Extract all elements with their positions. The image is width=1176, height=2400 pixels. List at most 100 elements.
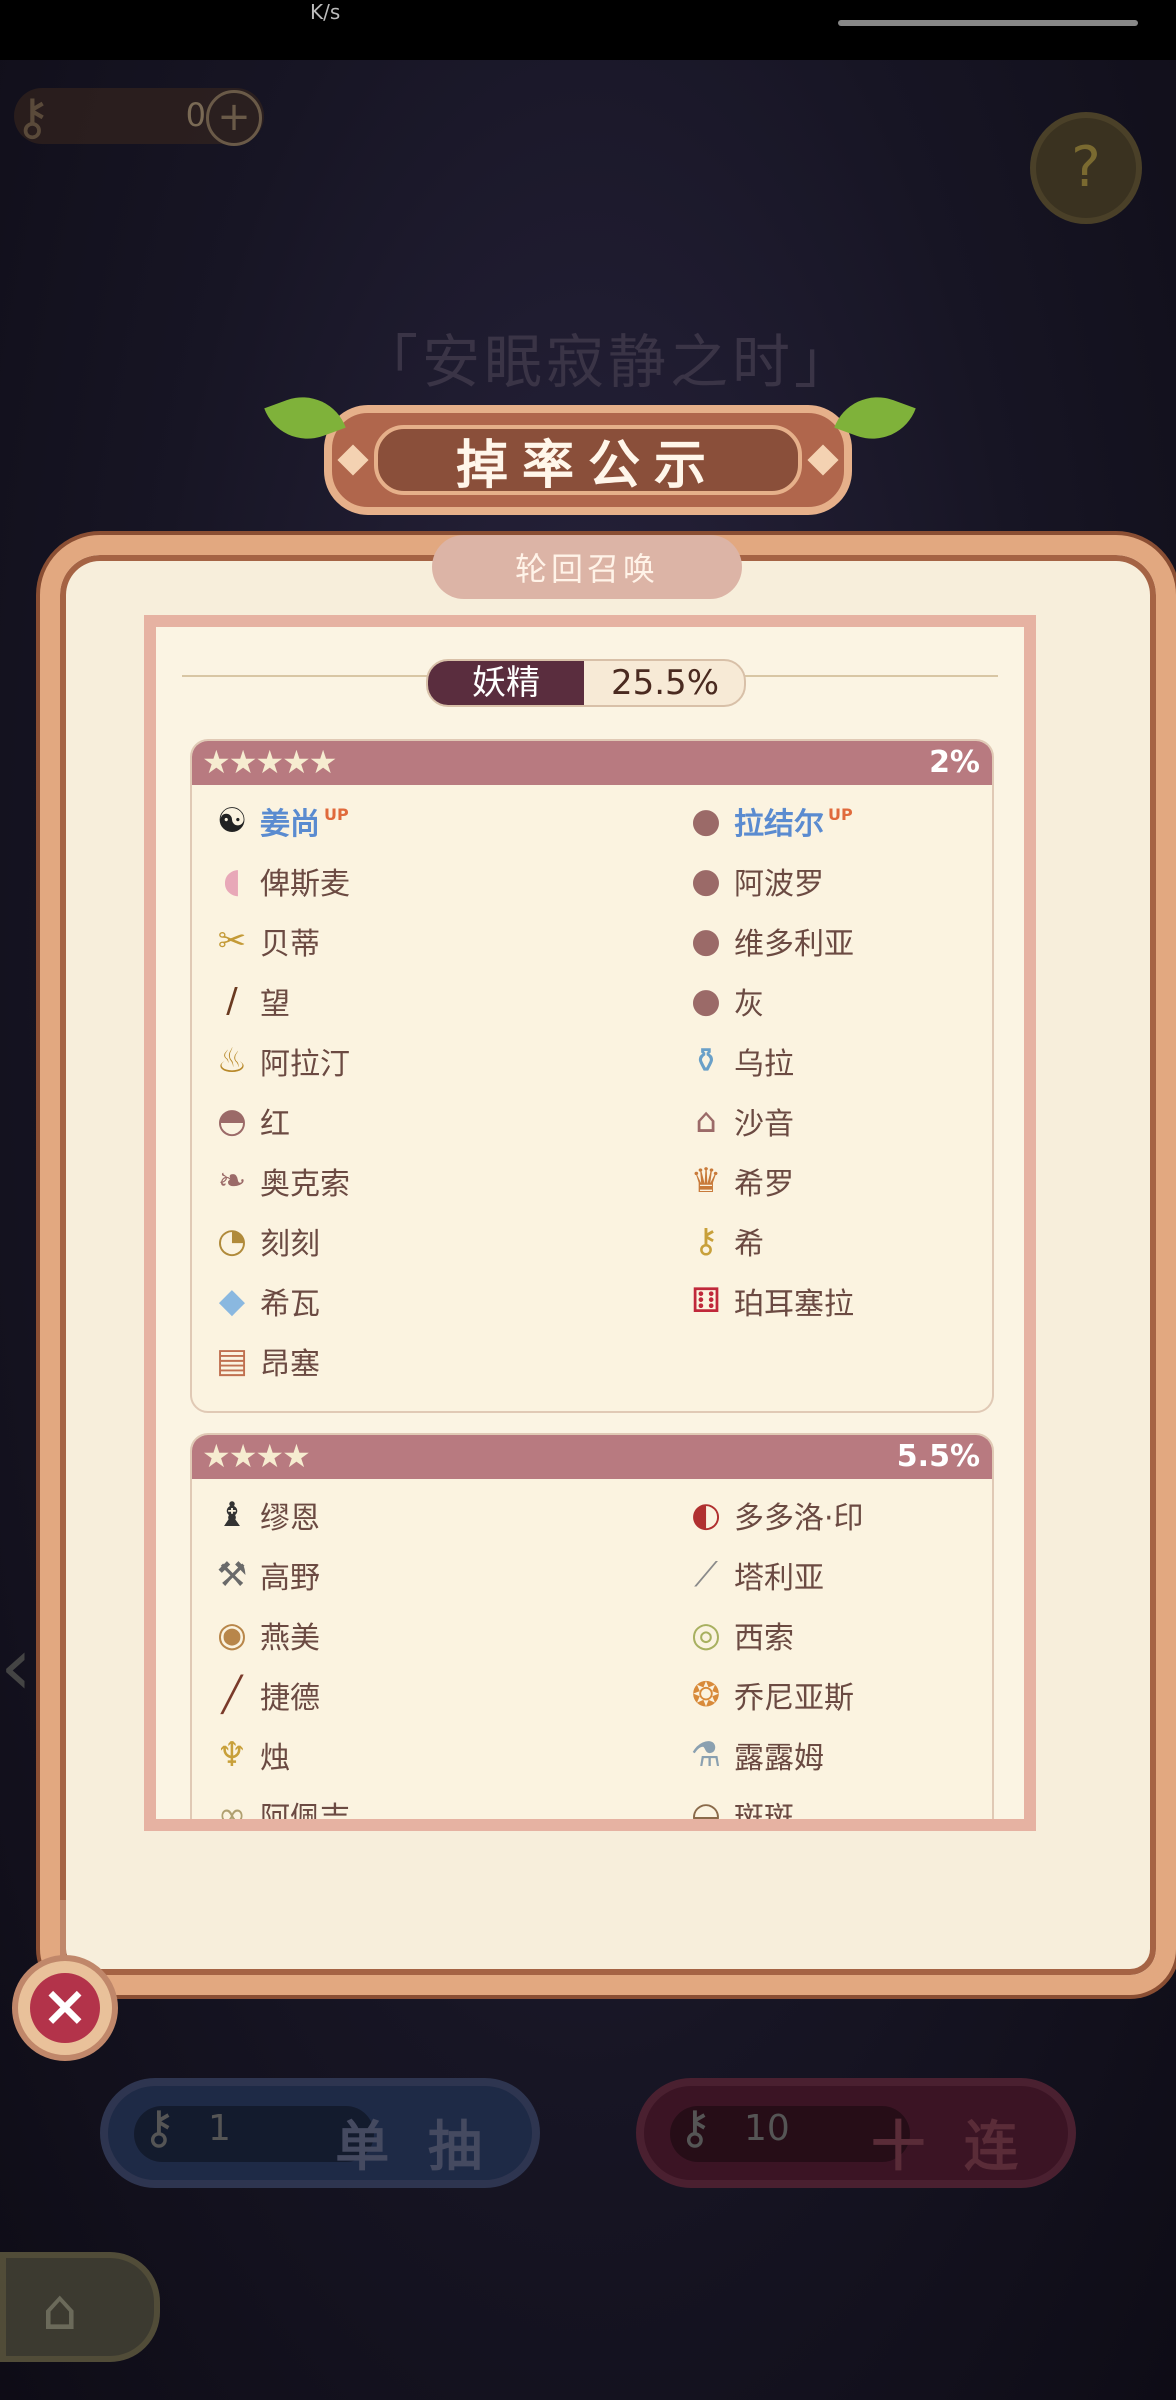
- dialog-title: 掉率公示: [455, 435, 720, 496]
- key-icon: ⚷: [678, 2100, 712, 2154]
- section-rate: 5.5%: [896, 1439, 980, 1474]
- dialog-title-banner: 掉率公示: [324, 405, 852, 515]
- home-icon: ⌂: [42, 2278, 78, 2343]
- single-draw-label: 单 抽: [335, 2115, 492, 2178]
- list-item[interactable]: ● 灰: [682, 973, 764, 1029]
- list-item[interactable]: ● 阿波罗: [682, 853, 824, 909]
- up-badge: UP: [324, 804, 349, 824]
- item-name: 奥克索: [260, 1167, 350, 1202]
- category-label: 妖精: [428, 661, 584, 705]
- pocket-watch-icon: ◔: [217, 1221, 247, 1261]
- balls-icon: ❂: [691, 1675, 721, 1715]
- list-item[interactable]: ◔ 刻刻: [208, 1213, 320, 1269]
- list-item[interactable]: ╱ 捷德: [208, 1667, 320, 1723]
- list-item[interactable]: ⚷ 希: [682, 1213, 764, 1269]
- ten-draw-button[interactable]: ⚷ 10 十 连: [636, 2078, 1076, 2188]
- knife-icon: ⟋: [694, 1555, 718, 1595]
- list-item[interactable]: ♨ 阿拉汀: [208, 1033, 350, 1089]
- needle-icon: ╱: [221, 1675, 243, 1715]
- test-tube-icon: ⚗: [690, 1735, 722, 1775]
- home-button[interactable]: ⌂: [0, 2252, 160, 2362]
- list-item[interactable]: ⟋ 塔利亚: [682, 1547, 824, 1603]
- list-item[interactable]: ● 拉结尔 UP: [682, 793, 853, 849]
- item-name: 捷德: [260, 1681, 320, 1716]
- star-rating-icon: ★★★★★: [202, 743, 337, 781]
- list-item[interactable]: ⚱ 乌拉: [682, 1033, 794, 1089]
- list-item[interactable]: ♛ 希罗: [682, 1153, 794, 1209]
- item-name: 阿拉汀: [260, 1047, 350, 1082]
- list-item[interactable]: ◖ 俾斯麦: [208, 853, 350, 909]
- up-badge: UP: [828, 804, 853, 824]
- item-name: 燕美: [260, 1621, 320, 1656]
- item-name: 多多洛·印: [734, 1501, 864, 1536]
- list-item[interactable]: ◐ 多多洛·印: [682, 1487, 864, 1543]
- add-keys-button[interactable]: +: [206, 90, 262, 146]
- item-name: 红: [260, 1107, 290, 1142]
- section-header: ★★★★★ 2%: [192, 741, 992, 785]
- steamer-icon: ◉: [217, 1615, 247, 1655]
- close-button[interactable]: ×: [12, 1955, 118, 2061]
- basket-icon: ◓: [217, 1101, 247, 1141]
- list-item[interactable]: ∞ 阿佩吉: [208, 1787, 350, 1831]
- list-item[interactable]: ◓ 红: [208, 1093, 290, 1149]
- list-item[interactable]: ☯ 姜尚 UP: [208, 793, 349, 849]
- diamond-ornament-icon: [807, 444, 839, 476]
- lamp-icon: ♨: [216, 1041, 248, 1081]
- subtitle-banner: 轮回召唤: [432, 535, 742, 599]
- item-name: 俾斯麦: [260, 867, 350, 902]
- item-name: 珀耳塞拉: [734, 1287, 854, 1322]
- key-icon: ⚷: [14, 88, 51, 146]
- list-item[interactable]: ◎ 西索: [682, 1607, 794, 1663]
- item-name: 烛: [260, 1741, 290, 1776]
- chess-icon: ♝: [216, 1495, 248, 1535]
- item-name: 希瓦: [260, 1287, 320, 1322]
- event-title: 「安眠寂静之时」: [360, 328, 857, 396]
- feather-icon: ❧: [217, 1161, 247, 1201]
- rate-list-sheet[interactable]: 妖精 25.5% ★★★★★ 2% ☯ 姜尚 UP ◖ 俾斯麦 ✂ 贝蒂 / 望 ♨ 阿拉汀 ◓ 红 ❧ 奥…: [144, 615, 1036, 1831]
- close-button-rope: [60, 1900, 66, 1960]
- item-name: 西索: [734, 1621, 794, 1656]
- item-name: 姜尚: [260, 807, 320, 842]
- item-name: 希罗: [734, 1167, 794, 1202]
- dice-icon: ⚅: [691, 1281, 721, 1321]
- diamond-ornament-icon: [337, 444, 369, 476]
- key-counter: ⚷ 0 +: [14, 88, 264, 146]
- list-item[interactable]: ⚗ 露露姆: [682, 1727, 824, 1783]
- list-item[interactable]: / 望: [208, 973, 290, 1029]
- list-item[interactable]: ✂ 贝蒂: [208, 913, 320, 969]
- list-item[interactable]: ⌂ 沙音: [682, 1093, 794, 1149]
- close-icon[interactable]: ×: [30, 1973, 100, 2043]
- list-item[interactable]: ♆ 烛: [208, 1727, 290, 1783]
- candle-icon: ♆: [216, 1735, 248, 1775]
- item-name: 昂塞: [260, 1347, 320, 1382]
- list-item[interactable]: ◉ 燕美: [208, 1607, 320, 1663]
- item-name: 塔利亚: [734, 1561, 824, 1596]
- list-item[interactable]: ❂ 乔尼亚斯: [682, 1667, 854, 1723]
- list-item[interactable]: ⚅ 珀耳塞拉: [682, 1273, 854, 1329]
- pill-icon: ◖: [223, 861, 241, 901]
- help-button[interactable]: ?: [1030, 112, 1142, 224]
- item-name: 贝蒂: [260, 927, 320, 962]
- section-rate: 2%: [929, 745, 980, 780]
- section-header: ★★★★ 5.5%: [192, 1435, 992, 1479]
- glasses-icon: ∞: [217, 1795, 247, 1831]
- left-arrow-icon[interactable]: ‹: [0, 1620, 32, 1713]
- item-name: 高野: [260, 1561, 320, 1596]
- list-item[interactable]: ❧ 奥克索: [208, 1153, 350, 1209]
- ten-draw-cost: 10: [744, 2108, 790, 2149]
- category-row: 妖精 25.5%: [156, 627, 1024, 719]
- list-item[interactable]: ◒ 斑斑: [682, 1787, 794, 1831]
- single-draw-button[interactable]: ⚷ 1 单 抽: [100, 2078, 540, 2188]
- list-item[interactable]: ● 维多利亚: [682, 913, 854, 969]
- dialog-subtitle: 轮回召唤: [514, 550, 659, 588]
- item-name: 斑斑: [734, 1801, 794, 1831]
- silhouette-icon: ●: [691, 921, 721, 961]
- category-rate: 25.5%: [610, 663, 719, 703]
- list-item[interactable]: ⚒ 高野: [208, 1547, 320, 1603]
- list-item[interactable]: ◆ 希瓦: [208, 1273, 320, 1329]
- silhouette-icon: ●: [691, 861, 721, 901]
- item-name: 阿佩吉: [260, 1801, 350, 1831]
- list-item[interactable]: ▤ 昂塞: [208, 1333, 320, 1389]
- list-item[interactable]: ♝ 缪恩: [208, 1487, 320, 1543]
- item-name: 希: [734, 1227, 764, 1262]
